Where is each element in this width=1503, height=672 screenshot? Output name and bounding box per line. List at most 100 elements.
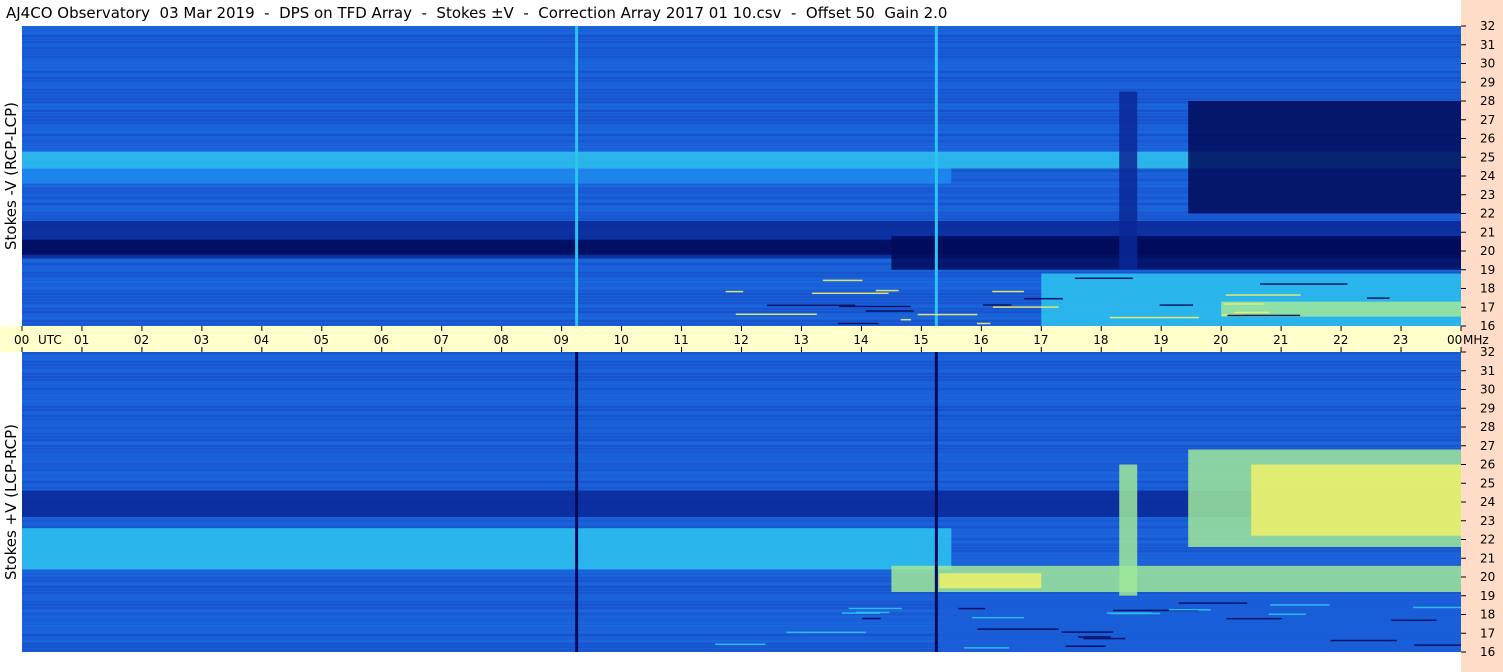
time-tick-label: 08: [494, 333, 509, 347]
bottom-freq-tick-label: 32: [1480, 345, 1495, 359]
top-interference-streak: [1159, 304, 1194, 306]
bottom-texture-stripe: [22, 358, 1461, 360]
top-freq-tick-label: 25: [1480, 150, 1495, 164]
top-interference-streak: [1224, 303, 1264, 305]
bottom-interference-streak: [1226, 617, 1283, 620]
bottom-freq-tick-label: 20: [1480, 570, 1495, 584]
top-freq-tick-label: 17: [1480, 300, 1495, 314]
bottom-feature-band: [939, 595, 1461, 652]
bottom-interference-streak: [715, 643, 766, 646]
bottom-texture-stripe: [22, 394, 1461, 396]
top-texture-stripe: [22, 86, 1461, 88]
top-freq-tick-label: 28: [1480, 94, 1495, 108]
bottom-feature-band: [1251, 464, 1461, 536]
bottom-texture-stripe: [22, 409, 1461, 411]
top-feature-band: [1188, 101, 1461, 214]
bottom-texture-stripe: [22, 421, 1461, 423]
bottom-interference-streak: [977, 628, 1059, 630]
top-texture-stripe: [22, 98, 1461, 100]
time-tick-label: 23: [1393, 333, 1408, 347]
bottom-interference-streak: [972, 616, 1025, 619]
top-interference-streak: [1075, 277, 1133, 280]
bottom-interference-streak: [1083, 637, 1126, 640]
bottom-freq-tick-label: 31: [1480, 364, 1495, 378]
top-freq-tick-label: 32: [1480, 19, 1495, 33]
top-freq-tick-label: 26: [1480, 132, 1495, 146]
top-texture-stripe: [22, 32, 1461, 34]
top-interference-streak: [992, 290, 1024, 293]
bottom-feature-band: [939, 573, 1042, 589]
time-axis-band: [0, 326, 1461, 352]
top-interference-streak: [875, 289, 899, 292]
bottom-texture-stripe: [22, 367, 1461, 369]
bottom-texture-stripe: [22, 412, 1461, 414]
time-tick-label: 14: [853, 333, 868, 347]
top-interference-streak: [767, 304, 856, 307]
bottom-texture-stripe: [22, 445, 1461, 447]
bottom-freq-tick-label: 24: [1480, 495, 1495, 509]
bottom-texture-stripe: [22, 388, 1461, 390]
bottom-texture-stripe: [22, 436, 1461, 438]
bottom-freq-tick-label: 19: [1480, 589, 1495, 603]
bottom-interference-streak: [1413, 606, 1461, 609]
top-feature-vline: [575, 26, 579, 326]
bottom-freq-tick-label: 16: [1480, 645, 1495, 659]
top-interference-streak: [1227, 314, 1301, 317]
bottom-freq-tick-label: 26: [1480, 458, 1495, 472]
top-interference-streak: [976, 322, 991, 325]
top-texture-stripe: [22, 89, 1461, 91]
top-texture-stripe: [22, 56, 1461, 58]
bottom-interference-streak: [841, 612, 881, 614]
bottom-texture-stripe: [22, 439, 1461, 441]
top-texture-stripe: [22, 41, 1461, 43]
top-interference-streak: [811, 292, 889, 295]
bottom-texture-stripe: [22, 415, 1461, 417]
top-interference-streak: [917, 313, 978, 316]
top-interference-streak: [1024, 297, 1063, 300]
frequency-unit-label: MHz: [1463, 333, 1489, 347]
top-interference-streak: [982, 304, 1012, 306]
bottom-texture-stripe: [22, 391, 1461, 393]
time-tick-label: 07: [434, 333, 449, 347]
top-texture-stripe: [22, 26, 1461, 28]
top-feature-band: [22, 168, 952, 184]
top-texture-stripe: [22, 218, 1461, 220]
top-texture-stripe: [22, 83, 1461, 85]
bottom-texture-stripe: [22, 592, 1461, 594]
top-texture-stripe: [22, 38, 1461, 40]
time-tick-label: 17: [1033, 333, 1048, 347]
top-texture-stripe: [22, 71, 1461, 73]
bottom-texture-stripe: [22, 382, 1461, 384]
top-texture-stripe: [22, 44, 1461, 46]
bottom-freq-tick-label: 18: [1480, 608, 1495, 622]
time-tick-label: 16: [973, 333, 988, 347]
time-tick-label: 18: [1093, 333, 1108, 347]
bottom-freq-tick-label: 17: [1480, 626, 1495, 640]
bottom-texture-stripe: [22, 424, 1461, 426]
top-freq-tick-label: 23: [1480, 188, 1495, 202]
bottom-texture-stripe: [22, 400, 1461, 402]
bottom-freq-tick-label: 28: [1480, 420, 1495, 434]
top-interference-streak: [1109, 316, 1199, 319]
top-interference-streak: [1234, 311, 1270, 314]
top-texture-stripe: [22, 47, 1461, 49]
top-texture-stripe: [22, 59, 1461, 61]
bottom-texture-stripe: [22, 430, 1461, 432]
top-texture-stripe: [22, 215, 1461, 217]
bottom-interference-streak: [1168, 609, 1211, 611]
bottom-interference-streak: [786, 631, 866, 634]
time-tick-label: 00: [1447, 333, 1462, 347]
top-texture-stripe: [22, 62, 1461, 64]
bottom-freq-tick-label: 25: [1480, 476, 1495, 490]
time-tick-label: 06: [374, 333, 389, 347]
time-tick-label: 02: [134, 333, 149, 347]
top-interference-streak: [992, 306, 1059, 308]
bottom-interference-streak: [1414, 644, 1461, 646]
top-freq-tick-label: 22: [1480, 207, 1495, 221]
time-unit-label: UTC: [38, 333, 62, 347]
time-tick-label: 09: [554, 333, 569, 347]
top-texture-stripe: [22, 74, 1461, 76]
bottom-texture-stripe: [22, 418, 1461, 420]
bottom-interference-streak: [958, 607, 985, 610]
time-tick-label: 13: [793, 333, 808, 347]
